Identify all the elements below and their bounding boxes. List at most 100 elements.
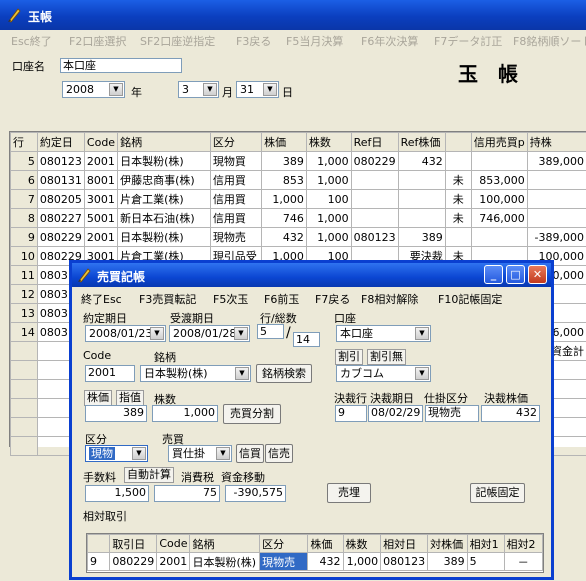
month-select[interactable]: 3 ▼ (178, 81, 219, 98)
table-cell[interactable] (526, 189, 586, 209)
column-header[interactable]: 株数 (305, 132, 352, 152)
table-cell[interactable] (350, 170, 399, 190)
dlg-menu-prev[interactable]: F6前玉 (264, 291, 299, 307)
table-cell[interactable]: 信用買 (209, 189, 263, 209)
settle-price-field[interactable]: 432 (481, 405, 540, 422)
close-icon[interactable]: ✕ (528, 265, 547, 284)
dlg-menu-next[interactable]: F5次玉 (213, 291, 248, 307)
sub-column-header[interactable]: 対株価 (427, 534, 468, 553)
table-cell[interactable]: 746,000 (470, 208, 528, 228)
table-cell[interactable]: 100,000 (470, 189, 528, 209)
table-cell[interactable]: 432 (261, 227, 307, 247)
sub-table-cell[interactable]: 日本製粉(株) (189, 552, 261, 571)
table-cell[interactable]: 8001 (83, 170, 119, 190)
table-cell[interactable]: 080205 (36, 189, 85, 209)
sell-close-button[interactable]: 売埋 (327, 483, 371, 503)
price-field[interactable]: 389 (85, 405, 147, 422)
dlg-menu-fix[interactable]: F10記帳固定 (438, 291, 502, 307)
table-cell[interactable] (397, 189, 446, 209)
table-cell[interactable]: 100 (305, 189, 352, 209)
tax-field[interactable]: 75 (154, 485, 220, 502)
dlg-menu-exit[interactable]: 終了Esc (81, 291, 122, 307)
settle-row-field[interactable]: 9 (335, 405, 367, 422)
auto-calc-button[interactable]: 自動計算 (124, 467, 174, 483)
sub-column-header[interactable]: 株価 (307, 534, 344, 553)
sub-column-header[interactable]: 株数 (342, 534, 382, 553)
sub-table-cell[interactable]: 080229 (109, 552, 158, 571)
menu-account-select[interactable]: F2口座選択 (69, 33, 126, 49)
table-cell[interactable]: 853 (261, 170, 307, 190)
table-cell[interactable]: 新日本石油(株) (117, 208, 211, 228)
table-row[interactable]: 8 080227 5001 新日本石油(株) 信用買 746 1,000 未 746,000 (10, 208, 586, 228)
table-cell[interactable] (350, 208, 399, 228)
stock-search-button[interactable]: 銘柄検索 (256, 364, 312, 383)
table-cell[interactable]: 080227 (36, 208, 85, 228)
table-cell[interactable]: 1,000 (305, 170, 352, 190)
table-cell[interactable]: 未 (444, 208, 472, 228)
table-cell[interactable]: 日本製粉(株) (117, 151, 211, 171)
table-cell[interactable] (444, 151, 472, 171)
fee-field[interactable]: 1,500 (85, 485, 149, 502)
column-header[interactable]: 持株 (526, 132, 586, 152)
table-cell[interactable]: 日本製粉(株) (117, 227, 211, 247)
menu-exit[interactable]: Esc終了 (11, 33, 52, 49)
maximize-icon[interactable]: □ (506, 265, 525, 284)
row-field[interactable]: 5 (257, 324, 284, 339)
column-header[interactable]: 信用売買p (470, 132, 528, 152)
table-row[interactable]: 9 080229 2001 日本製粉(株) 現物売 432 1,000 080123 389 -3… (10, 227, 586, 247)
sub-table-cell[interactable]: 1,000 (342, 552, 382, 571)
menu-back[interactable]: F3戻る (236, 33, 271, 49)
menu-yearly-settle[interactable]: F6年次決算 (361, 33, 418, 49)
sub-table-cell[interactable]: 389 (427, 552, 468, 571)
sub-table-cell[interactable]: 080123 (380, 552, 429, 571)
menu-data-edit[interactable]: F7データ訂正 (434, 33, 502, 49)
column-header[interactable]: 区分 (209, 132, 263, 152)
table-cell[interactable]: 746 (261, 208, 307, 228)
table-cell[interactable]: 1,000 (261, 189, 307, 209)
column-header[interactable]: 行 (10, 132, 38, 152)
year-select[interactable]: 2008 ▼ (62, 81, 125, 98)
column-header[interactable] (444, 132, 472, 152)
table-cell[interactable]: 伊藤忠商事(株) (117, 170, 211, 190)
split-trade-button[interactable]: 売買分割 (223, 404, 281, 424)
kubun-select[interactable]: 現物 ▼ (85, 445, 148, 462)
sub-table-cell[interactable]: － (503, 552, 544, 571)
table-cell[interactable] (470, 227, 528, 247)
day-select[interactable]: 31 ▼ (236, 81, 279, 98)
table-cell[interactable]: 080229 (350, 151, 399, 171)
sub-table-cell[interactable]: 2001 (156, 552, 191, 571)
column-header[interactable]: Ref日 (350, 132, 399, 152)
sub-table-cell[interactable]: 5 (466, 552, 505, 571)
table-row[interactable]: 7 080205 3001 片倉工業(株) 信用買 1,000 100 未 100,000 (10, 189, 586, 209)
table-cell[interactable] (526, 170, 586, 190)
account-field[interactable]: 本口座 (60, 58, 182, 73)
sub-column-header[interactable]: 銘柄 (189, 534, 261, 553)
table-cell[interactable]: 現物売 (209, 227, 263, 247)
column-header[interactable]: 株価 (261, 132, 307, 152)
table-cell[interactable] (397, 208, 446, 228)
table-row[interactable]: 5 080123 2001 日本製粉(株) 現物買 389 1,000 080229 432 38… (10, 151, 586, 171)
table-cell[interactable]: 080229 (36, 227, 85, 247)
shares-field[interactable]: 1,000 (152, 405, 218, 422)
table-row[interactable]: 6 080131 8001 伊藤忠商事(株) 信用買 853 1,000 未 853,000 (10, 170, 586, 190)
table-cell[interactable] (444, 227, 472, 247)
table-cell[interactable]: 信用買 (209, 170, 263, 190)
menu-account-reverse[interactable]: SF2口座逆指定 (140, 33, 215, 49)
table-cell[interactable]: 片倉工業(株) (117, 189, 211, 209)
dlg-menu-back[interactable]: F7戻る (315, 291, 350, 307)
table-cell[interactable]: 1,000 (305, 151, 352, 171)
table-cell[interactable] (526, 208, 586, 228)
table-cell[interactable]: 389 (261, 151, 307, 171)
main-titlebar[interactable]: 玉帳 (0, 0, 586, 30)
table-cell[interactable] (397, 170, 446, 190)
sub-column-header[interactable]: 相対日 (380, 534, 429, 553)
table-cell[interactable]: 未 (444, 170, 472, 190)
menu-sort-by-stock[interactable]: F8銘柄順ソート (513, 33, 586, 49)
sub-column-header[interactable]: Code (156, 534, 191, 553)
table-cell[interactable]: 1,000 (305, 227, 352, 247)
table-cell[interactable]: 2001 (83, 227, 119, 247)
table-cell[interactable]: 3001 (83, 189, 119, 209)
table-cell[interactable]: 現物買 (209, 151, 263, 171)
table-cell[interactable]: 432 (397, 151, 446, 171)
column-header[interactable]: Ref株価 (397, 132, 446, 152)
